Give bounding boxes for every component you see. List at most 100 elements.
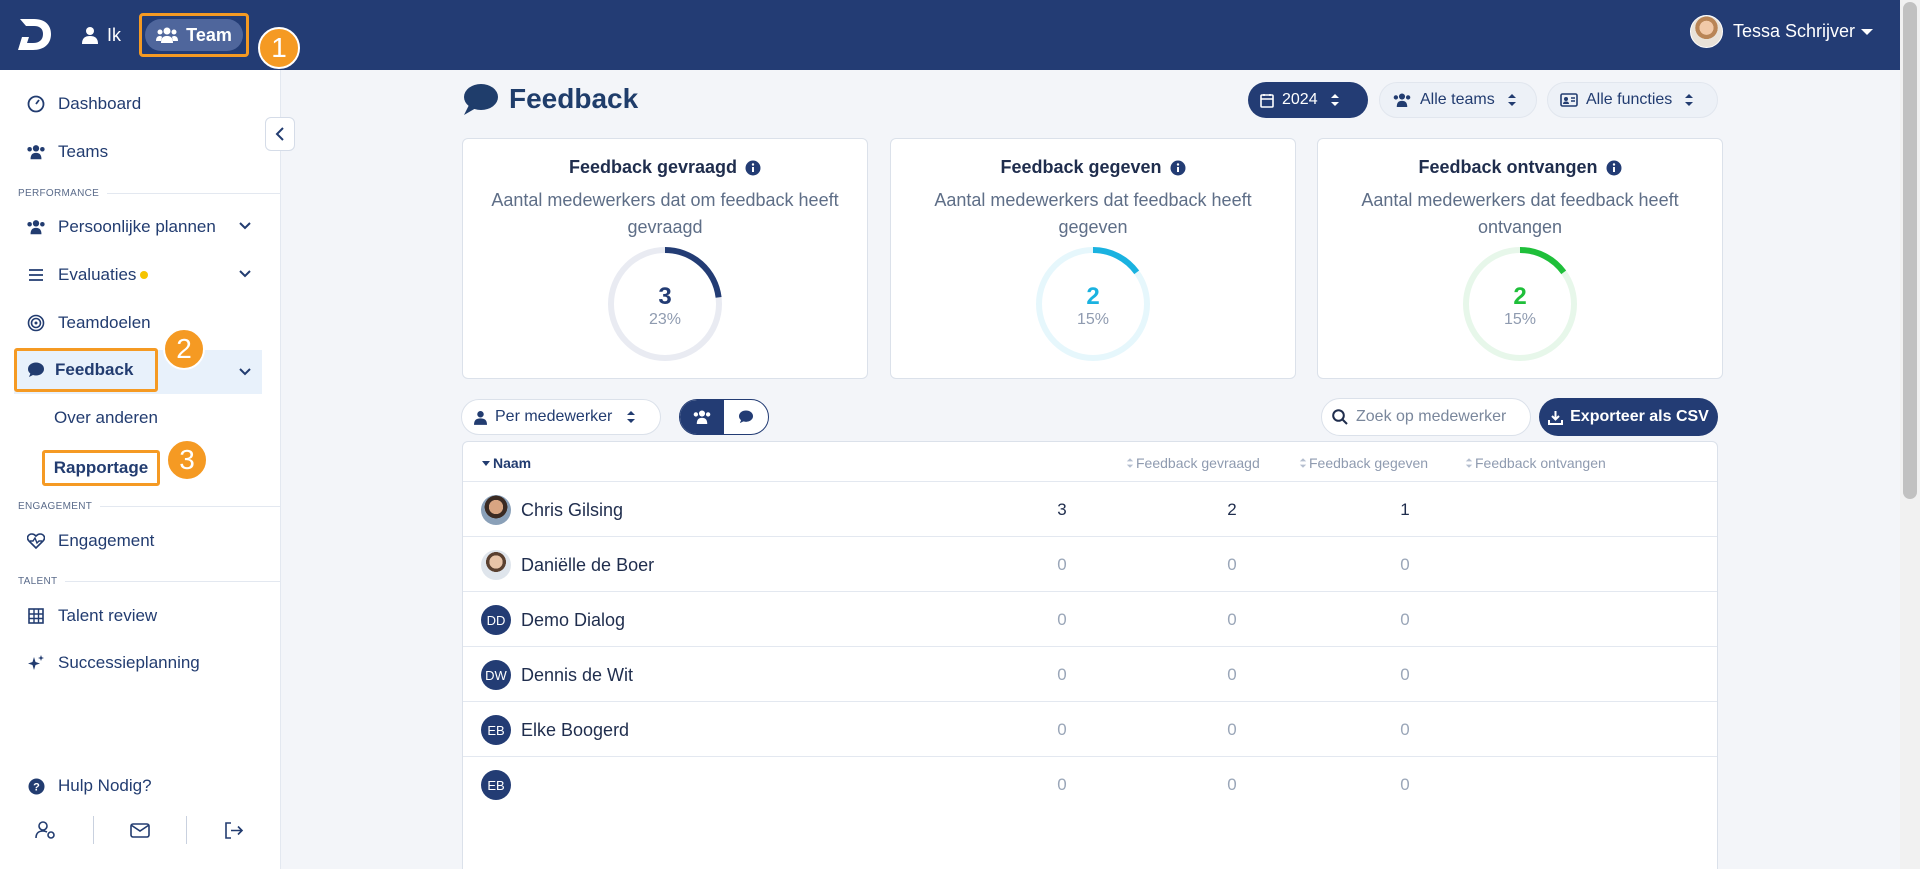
sidebar-subitem-over-anderen[interactable]: Over anderen <box>54 408 158 428</box>
sidebar-item-label: Engagement <box>58 531 155 550</box>
export-csv-button[interactable]: Exporteer als CSV <box>1539 398 1718 436</box>
sort-icon <box>1465 458 1473 468</box>
caret-down-icon <box>482 461 490 466</box>
sort-icon <box>1299 458 1307 468</box>
table-row[interactable]: DW Dennis de Wit 0 0 0 <box>463 647 1717 702</box>
row-ontvangen: 0 <box>1400 720 1410 739</box>
per-medewerker-value: Per medewerker <box>495 408 613 425</box>
row-gegeven: 0 <box>1227 610 1237 629</box>
question-circle-icon: ? <box>28 778 44 794</box>
users-icon <box>27 220 45 235</box>
info-icon[interactable] <box>1170 160 1186 176</box>
comment-icon <box>28 362 44 377</box>
sparkles-icon <box>28 655 44 670</box>
row-name[interactable]: Dennis de Wit <box>521 665 633 686</box>
card-feedback-gegeven: Feedback gegeven Aantal medewerkers dat … <box>890 138 1296 379</box>
functies-select[interactable]: Alle functies <box>1547 82 1718 118</box>
avatar <box>481 495 511 525</box>
info-icon[interactable] <box>745 160 761 176</box>
year-select[interactable]: 2024 <box>1248 82 1368 118</box>
sign-out-icon <box>225 821 244 839</box>
per-medewerker-select[interactable]: Per medewerker <box>461 399 661 435</box>
messages-button[interactable] <box>94 816 188 844</box>
card-feedback-ontvangen: Feedback ontvangen Aantal medewerkers da… <box>1317 138 1723 379</box>
sidebar-subitem-rapportage[interactable]: Rapportage <box>54 458 148 478</box>
search-box <box>1321 398 1531 436</box>
section-performance: PERFORMANCE <box>18 188 280 199</box>
sidebar-item-engagement[interactable]: Engagement <box>14 521 262 561</box>
nav-team[interactable]: Team <box>145 19 243 51</box>
toggle-comments[interactable] <box>724 400 768 434</box>
comment-icon <box>739 410 753 424</box>
calendar-icon <box>1260 93 1274 108</box>
card-description: Aantal medewerkers dat feedback heeft ge… <box>934 190 1252 237</box>
sidebar-item-successieplanning[interactable]: Successieplanning <box>14 643 262 683</box>
sidebar-collapse-button[interactable] <box>265 117 295 151</box>
info-icon[interactable] <box>1606 160 1622 176</box>
chevron-down-icon <box>239 222 251 230</box>
sidebar-item-label: Evaluaties <box>58 265 137 284</box>
feedback-highlight: Feedback <box>14 348 158 392</box>
heart-pulse-icon <box>27 533 45 549</box>
row-gevraagd: 0 <box>1057 720 1067 739</box>
column-feedback-ontvangen[interactable]: Feedback ontvangen <box>1465 455 1606 471</box>
users-icon <box>27 145 45 160</box>
card-title: Feedback gevraagd <box>568 157 738 177</box>
row-name[interactable]: Daniëlle de Boer <box>521 555 654 576</box>
sidebar-item-label: Successieplanning <box>58 653 200 672</box>
row-name[interactable]: Chris Gilsing <box>521 500 623 521</box>
sidebar-item-teams[interactable]: Teams <box>14 132 262 172</box>
sidebar-item-dashboard[interactable]: Dashboard <box>14 84 262 124</box>
table-row[interactable]: DD Demo Dialog 0 0 0 <box>463 592 1717 647</box>
avatar <box>481 550 511 580</box>
sidebar-item-persoonlijke-plannen[interactable]: Persoonlijke plannen <box>14 207 262 247</box>
sidebar: Dashboard Teams PERFORMANCE Persoonlijke… <box>0 70 281 869</box>
nav-team-highlight: Team <box>139 13 249 57</box>
annotation-badge-2: 2 <box>163 328 205 370</box>
app-logo[interactable] <box>16 15 54 53</box>
column-feedback-gevraagd[interactable]: Feedback gevraagd <box>1126 455 1260 471</box>
feedback-table: Naam Feedback gevraagd Feedback gegeven … <box>462 441 1718 869</box>
table-row[interactable]: Daniëlle de Boer 0 0 0 <box>463 537 1717 592</box>
user-menu[interactable]: Tessa Schrijver <box>1690 15 1874 48</box>
sidebar-item-teamdoelen[interactable]: Teamdoelen <box>14 303 262 343</box>
row-gegeven: 2 <box>1227 500 1237 519</box>
sidebar-item-label: Persoonlijke plannen <box>58 217 216 236</box>
search-icon <box>1332 409 1348 425</box>
user-settings-button[interactable] <box>0 816 94 844</box>
help-link[interactable]: ? Hulp Nodig? <box>14 766 262 806</box>
row-name[interactable]: Demo Dialog <box>521 610 625 631</box>
caret-down-icon <box>1861 28 1874 35</box>
sort-icon <box>1330 94 1339 106</box>
user-icon <box>474 410 487 425</box>
sidebar-item-evaluaties[interactable]: Evaluaties <box>14 255 262 295</box>
row-ontvangen: 1 <box>1400 500 1410 519</box>
sidebar-item-talent-review[interactable]: Talent review <box>14 596 262 636</box>
row-gegeven: 0 <box>1227 720 1237 739</box>
scrollbar-thumb[interactable] <box>1903 2 1917 499</box>
logout-button[interactable] <box>187 816 281 844</box>
chevron-down-icon <box>239 368 251 376</box>
column-naam[interactable]: Naam <box>481 455 531 471</box>
row-gevraagd: 0 <box>1057 665 1067 684</box>
table-row[interactable]: Chris Gilsing 3 2 1 <box>463 482 1717 537</box>
row-name[interactable]: Elke Boogerd <box>521 720 629 741</box>
page-title-text: Feedback <box>509 83 639 114</box>
donut-value: 2 <box>1086 283 1100 310</box>
card-description: Aantal medewerkers dat feedback heeft on… <box>1361 190 1679 237</box>
search-input[interactable] <box>1356 408 1506 426</box>
page-scrollbar[interactable] <box>1900 0 1920 869</box>
row-gegeven: 0 <box>1227 555 1237 574</box>
comment-icon <box>464 84 498 115</box>
nav-ik[interactable]: Ik <box>82 20 121 50</box>
sort-icon <box>1685 94 1694 106</box>
avatar: DD <box>481 605 511 635</box>
teams-select[interactable]: Alle teams <box>1379 82 1537 118</box>
table-row[interactable]: EB 0 0 0 <box>463 757 1717 812</box>
column-feedback-gegeven[interactable]: Feedback gegeven <box>1299 455 1428 471</box>
sidebar-item-label: Teamdoelen <box>58 313 151 332</box>
toggle-users[interactable] <box>680 400 724 434</box>
id-card-icon <box>1560 93 1578 107</box>
row-gegeven: 0 <box>1227 665 1237 684</box>
table-row[interactable]: EB Elke Boogerd 0 0 0 <box>463 702 1717 757</box>
